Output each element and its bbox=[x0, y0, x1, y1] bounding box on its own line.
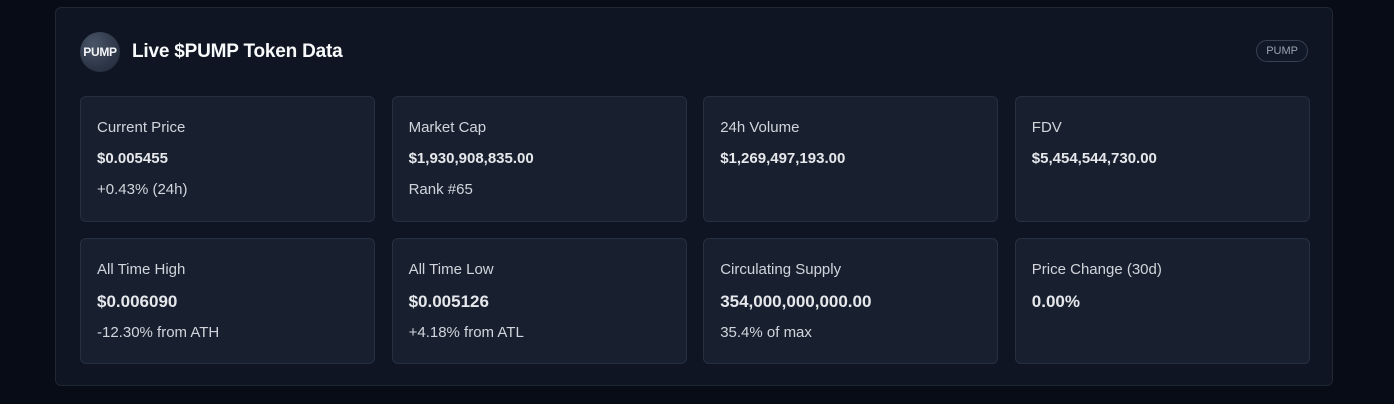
stat-value: 354,000,000,000.00 bbox=[720, 292, 872, 311]
stat-subtext: +0.43% (24h) bbox=[97, 181, 188, 198]
stat-label: All Time High bbox=[97, 261, 186, 278]
stat-value: $0.005455 bbox=[97, 150, 168, 167]
stat-card-all-time-low: All Time Low $0.005126 +4.18% from ATL bbox=[391, 238, 687, 364]
stat-subtext bbox=[1032, 323, 1293, 343]
token-symbol-badge: PUMP bbox=[1256, 40, 1308, 62]
stat-value: $1,930,908,835.00 bbox=[408, 150, 534, 167]
stat-card-price-change-30d: Price Change (30d) 0.00% bbox=[1014, 238, 1310, 364]
stat-subtext bbox=[720, 180, 981, 200]
stat-subtext: -12.30% from ATH bbox=[97, 324, 220, 341]
stats-grid: Current Price $0.005455 +0.43% (24h) Mar… bbox=[80, 96, 1310, 364]
stat-label: Circulating Supply bbox=[720, 261, 842, 278]
stat-label: 24h Volume bbox=[720, 119, 800, 136]
stat-value: 0.00% bbox=[1031, 292, 1080, 311]
stat-card-all-time-high: All Time High $0.006090 -12.30% from ATH bbox=[80, 238, 375, 364]
panel-title: Live $PUMP Token Data bbox=[132, 41, 343, 62]
stat-value: $0.006090 bbox=[97, 292, 178, 311]
stat-card-market-cap: Market Cap $1,930,908,835.00 Rank #65 bbox=[391, 96, 687, 222]
stat-label: Current Price bbox=[97, 119, 186, 136]
panel-header: PUMP Live $PUMP Token Data PUMP bbox=[80, 32, 1308, 72]
stat-subtext: +4.18% from ATL bbox=[408, 324, 524, 341]
token-logo-text: PUMP bbox=[83, 45, 117, 59]
stat-label: FDV bbox=[1031, 119, 1062, 136]
stat-card-fdv: FDV $5,454,544,730.00 bbox=[1014, 96, 1310, 222]
stat-subtext: Rank #65 bbox=[408, 181, 473, 198]
stat-card-current-price: Current Price $0.005455 +0.43% (24h) bbox=[80, 96, 375, 222]
stat-value: $0.005126 bbox=[408, 292, 489, 311]
token-logo: PUMP bbox=[80, 32, 120, 72]
token-data-panel: PUMP Live $PUMP Token Data PUMP Current … bbox=[55, 7, 1333, 386]
stat-label: All Time Low bbox=[408, 261, 494, 278]
stat-card-24h-volume: 24h Volume $1,269,497,193.00 bbox=[703, 96, 999, 222]
stat-card-circulating-supply: Circulating Supply 354,000,000,000.00 35… bbox=[703, 238, 999, 364]
stat-subtext: 35.4% of max bbox=[720, 324, 812, 341]
stat-value: $1,269,497,193.00 bbox=[720, 150, 846, 167]
stat-subtext bbox=[1032, 180, 1293, 200]
stat-label: Market Cap bbox=[408, 119, 487, 136]
stat-value: $5,454,544,730.00 bbox=[1031, 150, 1157, 167]
stat-label: Price Change (30d) bbox=[1031, 261, 1162, 278]
